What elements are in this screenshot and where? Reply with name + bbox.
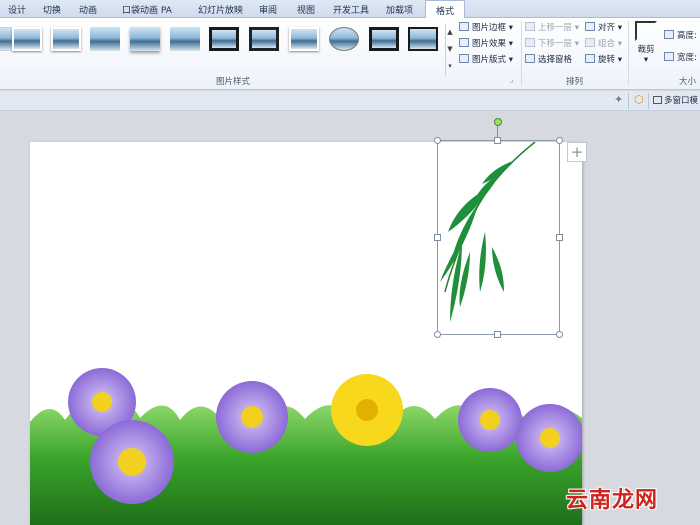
picture-style-thumb[interactable] xyxy=(329,27,359,51)
resize-handle[interactable] xyxy=(434,331,441,338)
group-button[interactable]: 组合 ▾ xyxy=(585,37,622,51)
tab-format[interactable]: 格式 xyxy=(425,0,466,19)
tab-review[interactable]: 审阅 xyxy=(259,3,277,16)
resize-handle[interactable] xyxy=(494,137,501,144)
gallery-up-icon[interactable]: ▲ xyxy=(446,24,454,41)
selection-pane-icon xyxy=(525,54,535,63)
selection-pane-button[interactable]: 选择窗格 xyxy=(525,53,572,67)
picture-style-thumb[interactable] xyxy=(369,27,399,51)
rotate-handle-icon[interactable] xyxy=(494,118,502,126)
bring-forward-icon xyxy=(525,22,535,31)
watermark-text: 云南龙网 xyxy=(566,488,659,513)
picture-style-thumb[interactable] xyxy=(289,27,319,51)
gallery-more-icon[interactable]: ▾ xyxy=(446,58,454,75)
height-field[interactable]: 高度: xyxy=(664,29,697,43)
picture-style-thumb[interactable] xyxy=(209,27,239,51)
gallery-down-icon[interactable]: ▼ xyxy=(446,41,454,58)
picture-effects-button[interactable]: 图片效果 ▾ xyxy=(459,37,513,51)
resize-handle[interactable] xyxy=(494,331,501,338)
rotate-button[interactable]: 旋转 ▾ xyxy=(585,53,622,67)
picture-style-thumb[interactable] xyxy=(170,27,200,51)
tools-icon[interactable]: ✦ xyxy=(614,93,623,106)
size-group-label: 大小 xyxy=(679,77,697,87)
picture-style-thumb[interactable] xyxy=(51,27,81,51)
dialog-launcher-icon[interactable]: ⌟ xyxy=(510,76,513,84)
tab-developer[interactable]: 开发工具 xyxy=(333,3,369,16)
picture-border-button[interactable]: 图片边框 ▾ xyxy=(459,21,513,35)
hexagon-icon[interactable]: ⬡ xyxy=(634,93,644,106)
send-backward-icon xyxy=(525,38,535,47)
multi-window-button[interactable]: 多窗口模 xyxy=(653,94,698,106)
align-button[interactable]: 对齐 ▾ xyxy=(585,21,622,35)
group-separator xyxy=(521,21,522,85)
width-field[interactable]: 宽度: xyxy=(664,51,697,65)
height-icon xyxy=(664,30,674,39)
ribbon-format: ▲ ▼ ▾ 图片边框 ▾ 图片效果 ▾ 图片版式 ▾ 图片样式 ⌟ 上移一层 ▾… xyxy=(0,18,700,90)
resize-handle[interactable] xyxy=(556,234,563,241)
picture-styles-group-label: 图片样式 xyxy=(216,77,251,87)
selection-frame[interactable] xyxy=(437,140,560,335)
plus-icon: + xyxy=(570,143,584,161)
send-backward-button[interactable]: 下移一层 ▾ xyxy=(525,37,579,51)
tab-pocket-animation[interactable]: 口袋动画 PA xyxy=(122,3,172,16)
tab-addins[interactable]: 加载项 xyxy=(386,3,413,16)
picture-style-thumb[interactable] xyxy=(130,27,160,51)
window-icon xyxy=(653,96,662,104)
resize-handle[interactable] xyxy=(556,137,563,144)
secondary-toolbar: ✦ ⬡ 多窗口模 xyxy=(0,91,700,111)
resize-handle[interactable] xyxy=(434,137,441,144)
add-content-button[interactable]: + xyxy=(567,142,587,162)
slide-workspace: + xyxy=(0,111,700,525)
resize-handle[interactable] xyxy=(434,234,441,241)
group-separator xyxy=(628,21,629,85)
picture-effects-icon xyxy=(459,38,469,47)
width-icon xyxy=(664,52,674,61)
bring-forward-button[interactable]: 上移一层 ▾ xyxy=(525,21,579,35)
tab-view[interactable]: 视图 xyxy=(297,3,315,16)
align-icon xyxy=(585,22,595,31)
tab-transitions[interactable]: 切换 xyxy=(43,3,61,16)
strip-separator xyxy=(628,93,629,109)
tab-animations[interactable]: 动画 xyxy=(79,3,97,16)
crop-icon xyxy=(635,21,657,41)
powerpoint-window: 设计 切换 动画 口袋动画 PA 幻灯片放映 审阅 视图 开发工具 加载项 格式… xyxy=(0,0,700,525)
tab-slideshow[interactable]: 幻灯片放映 xyxy=(198,3,243,16)
gallery-scroll: ▲ ▼ ▾ xyxy=(445,24,454,76)
picture-style-thumb[interactable] xyxy=(90,27,120,51)
picture-style-thumb[interactable] xyxy=(249,27,279,51)
grass-flowers-image[interactable] xyxy=(30,368,582,525)
arrange-group-label: 排列 xyxy=(566,77,584,87)
picture-layout-icon xyxy=(459,54,469,63)
crop-button[interactable]: 裁剪 ▾ xyxy=(632,21,660,65)
picture-border-icon xyxy=(459,22,469,31)
picture-layout-button[interactable]: 图片版式 ▾ xyxy=(459,53,513,67)
strip-separator xyxy=(648,93,649,109)
resize-handle[interactable] xyxy=(556,331,563,338)
tab-design[interactable]: 设计 xyxy=(8,3,26,16)
picture-style-thumb[interactable] xyxy=(12,27,42,51)
ribbon-tab-bar: 设计 切换 动画 口袋动画 PA 幻灯片放映 审阅 视图 开发工具 加载项 格式 xyxy=(0,0,700,19)
rotate-icon xyxy=(585,54,595,63)
group-icon xyxy=(585,38,595,47)
crop-dropdown-icon: ▾ xyxy=(643,55,649,65)
picture-style-thumb[interactable] xyxy=(408,27,438,51)
